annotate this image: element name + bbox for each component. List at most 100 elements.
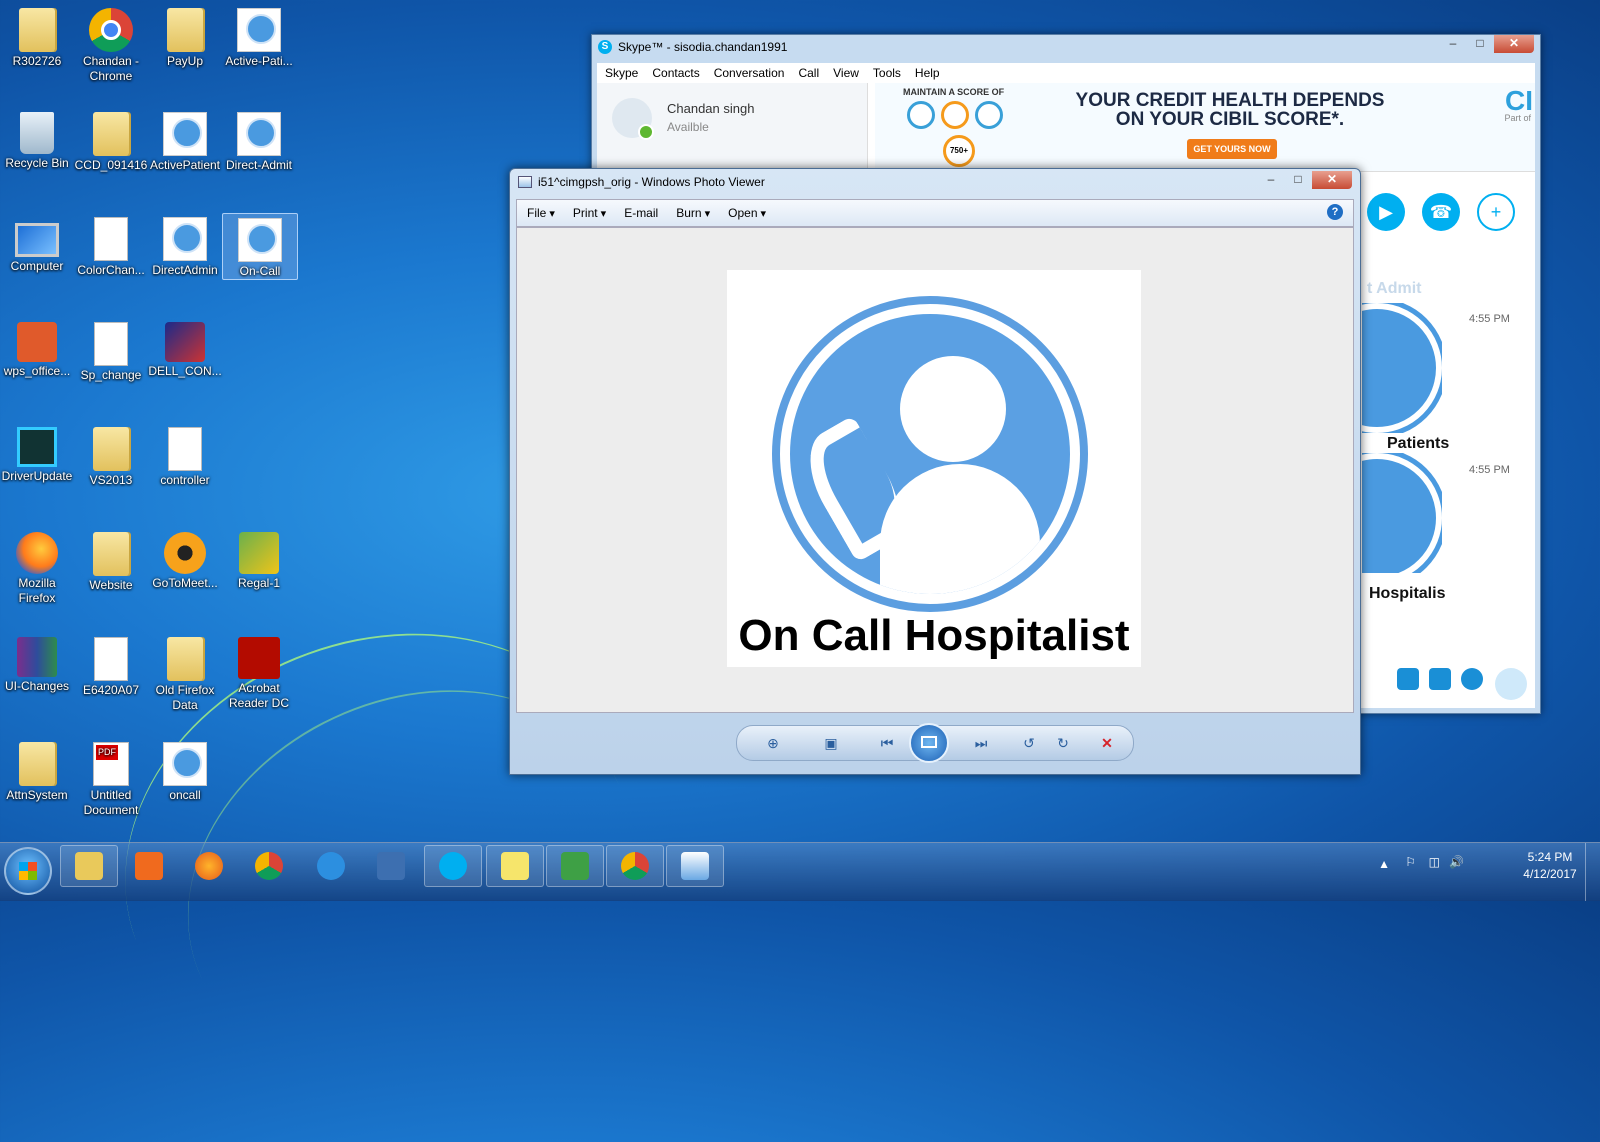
desktop-icon-firefox[interactable]: Mozilla Firefox (0, 528, 74, 606)
desktop-icon-active-patient-shortcut[interactable]: Active-Pati... (222, 4, 296, 69)
send-button[interactable] (1495, 668, 1527, 700)
open-menu[interactable]: Open (728, 200, 766, 226)
desktop-icon-direct-admit[interactable]: Direct-Admit (222, 108, 296, 173)
minimize-button[interactable]: – (1440, 35, 1466, 53)
desktop-icon-ccd[interactable]: CCD_091416 (74, 108, 148, 173)
file-menu[interactable]: File (527, 200, 555, 226)
conversation-title-fragment: t Admit (1367, 280, 1422, 297)
desktop-icon-sp-change[interactable]: Sp_change (74, 318, 148, 383)
action-center-icon[interactable]: ⚐ (1405, 855, 1416, 869)
ad-cta-button[interactable]: GET YOURS NOW (1187, 139, 1277, 159)
desktop-icon-acrobat[interactable]: Acrobat Reader DC (222, 633, 296, 711)
close-button[interactable]: ✕ (1312, 171, 1352, 189)
desktop-icon-ui-changes[interactable]: UI-Changes (0, 633, 74, 694)
taskbar-explorer[interactable] (60, 845, 118, 887)
desktop-icon-computer[interactable]: Computer (0, 213, 74, 274)
maximize-button[interactable]: □ (1285, 171, 1311, 189)
profile-name[interactable]: Chandan singh (667, 101, 754, 116)
video-call-button[interactable]: ▶ (1367, 193, 1405, 231)
desktop-icon-activepatient[interactable]: ActivePatient (148, 108, 222, 173)
show-hidden-icons[interactable]: ▲ (1378, 857, 1390, 871)
taskbar-chrome-active[interactable] (606, 845, 664, 887)
slideshow-button[interactable] (909, 723, 949, 763)
volume-icon[interactable]: 🔊 (1449, 855, 1464, 869)
profile-status[interactable]: Availble (667, 120, 709, 134)
rotate-counterclockwise-icon[interactable]: ↺ (1019, 733, 1039, 753)
maximize-button[interactable]: □ (1467, 35, 1493, 53)
zoom-icon[interactable]: ⊕ (763, 733, 783, 753)
desktop-icon-oncall[interactable]: oncall (148, 738, 222, 803)
menu-tools[interactable]: Tools (873, 63, 901, 83)
taskbar-network[interactable] (362, 845, 420, 887)
menu-view[interactable]: View (833, 63, 859, 83)
show-desktop-button[interactable] (1585, 843, 1600, 901)
desktop-icon-gotomeeting[interactable]: GoToMeet... (148, 528, 222, 591)
taskbar-photo-viewer[interactable] (666, 845, 724, 887)
desktop-icon-vs2013[interactable]: VS2013 (74, 423, 148, 488)
image-canvas[interactable]: On Call Hospitalist (516, 227, 1354, 713)
next-icon[interactable]: ⏭ (971, 733, 991, 753)
avatar[interactable] (612, 98, 654, 140)
print-menu[interactable]: Print (573, 200, 606, 226)
menu-call[interactable]: Call (798, 63, 819, 83)
menu-contacts[interactable]: Contacts (652, 63, 699, 83)
smiley-icon[interactable] (1461, 668, 1483, 690)
direct-admit-icon (163, 217, 207, 261)
desktop-icon-on-call[interactable]: On-Call (222, 213, 298, 280)
delete-icon[interactable]: ✕ (1097, 733, 1117, 753)
score-badge: 750+ (943, 135, 975, 167)
burn-menu[interactable]: Burn (676, 200, 710, 226)
skype-menu-bar: Skype Contacts Conversation Call View To… (597, 63, 1535, 83)
media-player-icon (135, 852, 163, 880)
firefox-icon (16, 532, 58, 574)
desktop-icon-driverupdate[interactable]: DriverUpdate (0, 423, 74, 484)
close-button[interactable]: ✕ (1494, 35, 1534, 53)
start-button[interactable] (4, 847, 52, 895)
menu-help[interactable]: Help (915, 63, 940, 83)
desktop-icon-colorchan[interactable]: ColorChan... (74, 213, 148, 278)
desktop-icon-payup[interactable]: PayUp (148, 4, 222, 69)
desktop-icon-chrome[interactable]: Chandan - Chrome (74, 4, 148, 84)
photo-viewer-title-bar[interactable]: i51^cimgpsh_orig - Windows Photo Viewer … (510, 169, 1360, 195)
taskbar-visual-studio[interactable] (546, 845, 604, 887)
shared-image-thumbnail[interactable] (1362, 303, 1442, 433)
desktop-icon-dell-con[interactable]: DELL_CON... (148, 318, 222, 379)
shared-image-thumbnail[interactable] (1362, 453, 1442, 573)
acrobat-reader-icon (238, 637, 280, 679)
desktop-icon-recycle-bin[interactable]: Recycle Bin (0, 108, 74, 171)
rotate-clockwise-icon[interactable]: ↻ (1053, 733, 1073, 753)
taskbar-firefox[interactable] (180, 845, 238, 887)
desktop-icon-directadmin[interactable]: DirectAdmin (148, 213, 222, 278)
skype-title-bar[interactable]: S Skype™ - sisodia.chandan1991 – □ ✕ (592, 35, 1540, 59)
taskbar-internet-explorer[interactable] (302, 845, 360, 887)
desktop-icon-e6420a07[interactable]: E6420A07 (74, 633, 148, 698)
advertisement-banner[interactable]: MAINTAIN A SCORE OF 750+ YOUR CREDIT HEA… (875, 83, 1535, 172)
previous-icon[interactable]: ⏮ (877, 733, 897, 753)
system-clock[interactable]: 5:24 PM 4/12/2017 (1510, 849, 1590, 883)
taskbar-sticky-notes[interactable] (486, 845, 544, 887)
desktop-icon-r302726[interactable]: R302726 (0, 4, 74, 69)
desktop-icon-website[interactable]: Website (74, 528, 148, 593)
voice-call-button[interactable]: ☎ (1422, 193, 1460, 231)
email-button[interactable]: E-mail (624, 200, 658, 226)
menu-skype[interactable]: Skype (605, 63, 638, 83)
contact-card-icon[interactable] (1429, 668, 1451, 690)
taskbar-chrome[interactable] (240, 845, 298, 887)
taskbar-media-player[interactable] (120, 845, 178, 887)
help-icon[interactable]: ? (1327, 204, 1343, 220)
desktop-icon-untitled-document[interactable]: Untitled Document (74, 738, 148, 818)
desktop-icon-wps-office[interactable]: wps_office... (0, 318, 74, 379)
emoticon-icon[interactable] (1397, 668, 1419, 690)
taskbar-skype[interactable] (424, 845, 482, 887)
desktop-icon-attnsystem[interactable]: AttnSystem (0, 738, 74, 803)
desktop-icon-old-firefox-data[interactable]: Old Firefox Data (148, 633, 222, 713)
network-icon[interactable]: ◫ (1429, 855, 1440, 869)
add-contact-button[interactable]: + (1477, 193, 1515, 231)
desktop-icon-controller[interactable]: controller (148, 423, 222, 488)
installer-icon (94, 637, 128, 681)
desktop-icon-regal[interactable]: Regal-1 (222, 528, 296, 591)
minimize-button[interactable]: – (1258, 171, 1284, 189)
photo-viewer-window[interactable]: i51^cimgpsh_orig - Windows Photo Viewer … (509, 168, 1361, 775)
actual-size-icon[interactable]: ▣ (821, 733, 841, 753)
menu-conversation[interactable]: Conversation (714, 63, 785, 83)
